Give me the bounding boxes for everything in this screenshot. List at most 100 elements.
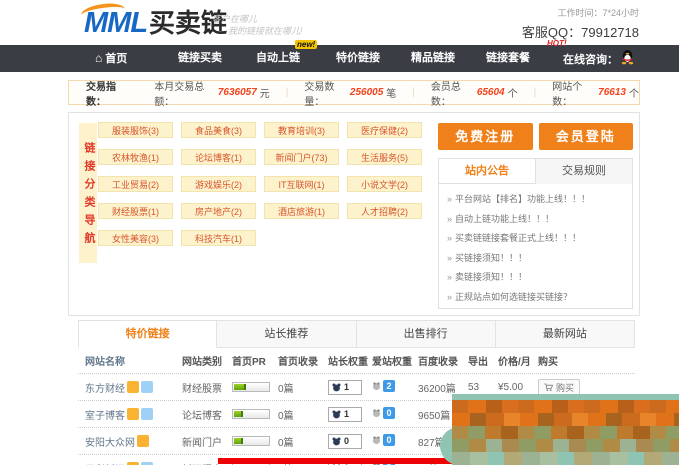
logo-mml-text: MML [84, 8, 147, 38]
pr-bar-cell [232, 382, 278, 392]
bear-icon [332, 383, 341, 392]
nav-item-link-package[interactable]: 链接套餐 [486, 45, 530, 72]
stat-divider: | [534, 87, 537, 98]
table-header: 网站名称 网站类别 首页PR 首页收录 站长权重 爱站权重 百度收录 导出 价格… [78, 348, 635, 374]
col-price: 价格/月 [498, 353, 538, 368]
bullet-icon: » [447, 253, 452, 263]
stats-bar: 交易指数： 本月交易总额：7636057元 | 交易数量：256005笔 | 会… [68, 80, 640, 105]
category-item[interactable]: IT互联网(1) [264, 176, 339, 192]
category-item[interactable]: 科技汽车(1) [181, 230, 256, 246]
chinaz-weight-badge: 1 [328, 407, 362, 422]
tab-site-notice[interactable]: 站内公告 [439, 159, 535, 183]
aizhan-weight-badge: 0 [372, 407, 395, 419]
stat-divider: | [286, 87, 289, 98]
panda-icon [372, 382, 381, 391]
category-item[interactable]: 游戏娱乐(2) [181, 176, 256, 192]
category-item[interactable]: 教育培训(3) [264, 122, 339, 138]
home-index: 0篇 [278, 380, 328, 395]
category-item[interactable]: 农林牧渔(1) [98, 149, 173, 165]
bullet-icon: » [447, 272, 452, 282]
pr-bar [232, 409, 270, 419]
site-logo[interactable]: MML 买卖链 [84, 8, 227, 38]
login-button[interactable]: 会员登陆 [539, 123, 634, 150]
category-item[interactable]: 房产地产(2) [181, 203, 256, 219]
bullet-icon: » [447, 194, 452, 204]
col-home-pr: 首页PR [232, 353, 278, 368]
online-consult[interactable]: 在线咨询： [563, 45, 635, 72]
bullet-icon: » [447, 292, 452, 302]
category-nav-label: 链接分类导航 [79, 123, 97, 263]
col-home-index: 首页收录 [278, 353, 328, 368]
stat-value: 76613 [598, 87, 626, 98]
col-category: 网站类别 [182, 353, 232, 368]
category-item[interactable]: 生活服务(5) [347, 149, 422, 165]
site-name-link[interactable]: 安阳大众网 [85, 434, 182, 449]
register-button[interactable]: 免费注册 [438, 123, 533, 150]
category-item[interactable]: 食品美食(3) [181, 122, 256, 138]
category-item[interactable]: 新闻门户(73) [264, 149, 339, 165]
category-item[interactable]: 医疗保健(2) [347, 122, 422, 138]
tab-newest-sites[interactable]: 最新网站 [496, 320, 635, 348]
announcement-item[interactable]: »自动上链功能上线！！！ [447, 210, 624, 230]
site-name-link[interactable]: 东方财经 [85, 380, 182, 395]
chinaz-weight-badge: 0 [328, 434, 362, 449]
category-item[interactable]: 女性美容(3) [98, 230, 173, 246]
nav-item-premium-links[interactable]: 精品链接 [411, 45, 455, 72]
cert-blue-icon [141, 381, 153, 393]
col-chinaz-weight: 站长权重 [328, 353, 372, 368]
announcement-item[interactable]: »买卖链链接套餐正式上线！！！ [447, 229, 624, 249]
category-grid: 服装服饰(3) 食品美食(3) 教育培训(3) 医疗保健(2) 农林牧渔(1) … [98, 122, 433, 246]
tab-trade-rules[interactable]: 交易规则 [535, 159, 632, 184]
nav-item-link-trade[interactable]: 链接买卖 [178, 45, 222, 72]
chinaz-weight-cell: 1 [328, 407, 372, 422]
stat-value: 65604 [477, 87, 505, 98]
qq-penguin-icon[interactable] [620, 49, 635, 68]
listing-tabs: 特价链接 站长推荐 出售排行 最新网站 [78, 320, 635, 348]
tab-webmaster-recommend[interactable]: 站长推荐 [217, 320, 356, 348]
col-site-name: 网站名称 [85, 353, 182, 368]
nav-item-special-links[interactable]: 特价链接 [336, 45, 380, 72]
category-item[interactable]: 财经股票(1) [98, 203, 173, 219]
panda-icon [372, 436, 381, 445]
home-icon: ⌂ [95, 51, 102, 65]
announcement-item[interactable]: »平台网站【排名】功能上线！！！ [447, 190, 624, 210]
home-index: 0篇 [278, 434, 328, 449]
category-item[interactable]: 人才招聘(2) [347, 203, 422, 219]
category-item[interactable]: 酒店旅游(1) [264, 203, 339, 219]
stat-monthly-total: 本月交易总额：7636057元 [154, 78, 270, 108]
nav-item-home[interactable]: ⌂首页 [95, 45, 127, 72]
stat-trade-count: 交易数量：256005笔 [304, 78, 396, 108]
bullet-icon: » [447, 233, 452, 243]
tab-sales-ranking[interactable]: 出售排行 [357, 320, 496, 348]
navbar: ⌂首页 链接买卖 自动上链 特价链接 精品链接 链接套餐 new! HOT! 在… [0, 45, 679, 72]
cert-orange-icon [137, 435, 149, 447]
tagline-line2: 我的链接就在哪儿! [228, 25, 303, 37]
buy-button[interactable]: 购买 [538, 379, 580, 396]
stats-title: 交易指数： [86, 78, 132, 108]
announcement-item[interactable]: »卖链接须知！！！ [447, 268, 624, 288]
stat-value: 7636057 [218, 87, 257, 98]
site-name-link[interactable]: 显利新闻 [85, 461, 182, 465]
site-name-link[interactable]: 室子博客 [85, 407, 182, 422]
announcement-item[interactable]: »正规站点如何选链接买链接？ [447, 288, 624, 308]
header-contact: 工作时间：7*24小时 客服QQ：79912718 [522, 6, 639, 41]
chinaz-weight-badge: 1 [328, 380, 362, 395]
category-item[interactable]: 论坛博客(1) [181, 149, 256, 165]
online-consult-label: 在线咨询： [563, 51, 618, 67]
category-item[interactable]: 小说文学(2) [347, 176, 422, 192]
category-item[interactable]: 服装服饰(3) [98, 122, 173, 138]
aizhan-weight-cell: 0 [372, 434, 418, 448]
tab-special-links[interactable]: 特价链接 [78, 320, 217, 348]
announcement-item[interactable]: »买链接须知！！！ [447, 249, 624, 269]
bullet-icon: » [447, 214, 452, 224]
nav-item-auto-link[interactable]: 自动上链 [256, 45, 300, 72]
tagline: 客户在哪儿 我的链接就在哪儿! [212, 13, 303, 37]
category-item[interactable]: 工业贸易(2) [98, 176, 173, 192]
work-time: 工作时间：7*24小时 [522, 6, 639, 19]
main-box: 链接分类导航 服装服饰(3) 食品美食(3) 教育培训(3) 医疗保健(2) 农… [68, 112, 640, 316]
new-badge: new! [295, 40, 317, 49]
site-category: 论坛博客 [182, 407, 232, 422]
home-index: 0篇 [278, 407, 328, 422]
cert-orange-icon [127, 408, 139, 420]
cert-blue-icon [141, 408, 153, 420]
